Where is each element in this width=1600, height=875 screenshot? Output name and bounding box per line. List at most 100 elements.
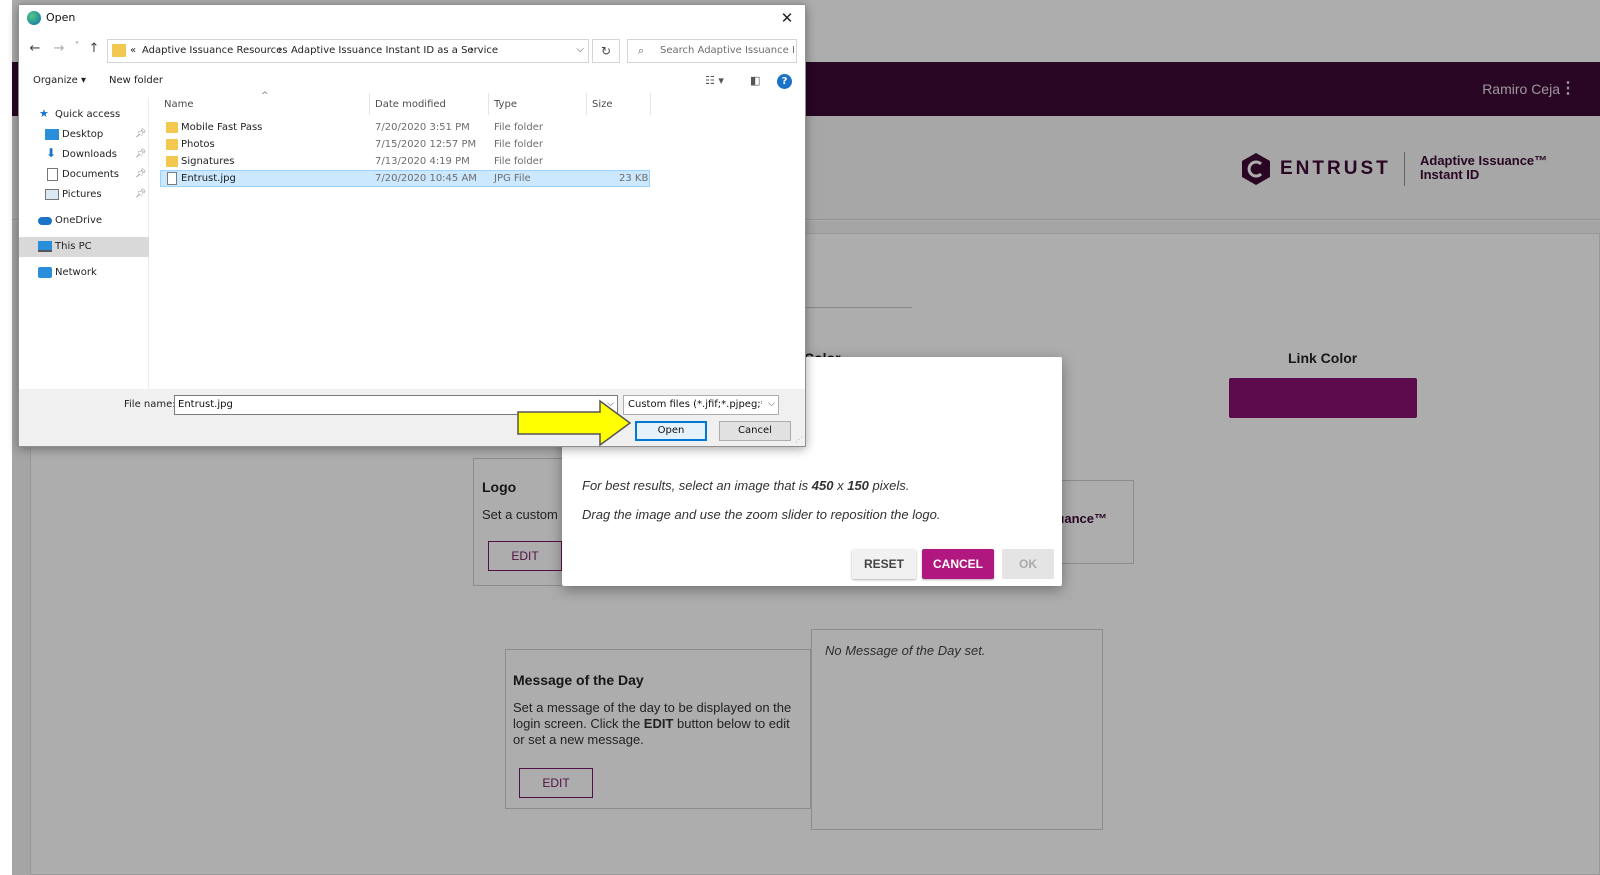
file-name-value: Entrust.jpg [178,399,233,410]
help-icon[interactable]: ? [777,74,792,89]
yellow-arrow-icon [517,399,632,447]
hint-x: x [833,478,848,493]
view-options-icon[interactable]: ☷ ▾ [705,74,724,87]
file-list: ^ Name Date modified Type Size Mobile Fa… [160,91,805,389]
modal-hint-drag: Drag the image and use the zoom slider t… [582,507,941,522]
column-divider[interactable] [586,93,587,115]
nav-item-downloads[interactable]: ⬇ Downloads 📌︎ [19,145,149,165]
cloud-icon [38,217,52,225]
file-name-label: File name: [124,399,176,410]
resize-grip-icon[interactable]: ⋰ [795,435,803,444]
search-placeholder: Search Adaptive Issuance Ins... [660,45,794,56]
file-name: Signatures [181,156,235,167]
reset-button[interactable]: RESET [852,549,916,579]
nav-item-quick-access[interactable]: ★ Quick access [19,105,149,125]
file-row-mobile-fast-pass[interactable]: Mobile Fast Pass 7/20/2020 3:51 PM File … [160,120,650,137]
breadcrumb-resources[interactable]: Adaptive Issuance Resources [142,45,288,56]
navigation-pane: ★ Quick access Desktop 📌︎ ⬇ Downloads 📌︎… [19,97,149,389]
dialog-titlebar: Open ✕ [19,5,805,31]
hint-suffix: pixels. [868,478,910,493]
file-row-entrust-jpg[interactable]: Entrust.jpg 7/20/2020 10:45 AM JPG File … [160,170,650,187]
column-header-name[interactable]: Name [164,99,194,110]
recent-locations-icon[interactable]: ˅ [69,41,85,52]
hint-width: 450 [811,478,834,493]
nav-item-pictures[interactable]: Pictures 📌︎ [19,185,149,205]
file-name: Photos [181,139,215,150]
sort-ascending-icon: ^ [261,91,269,101]
column-divider[interactable] [650,93,651,115]
folder-icon [166,156,178,167]
folder-icon [112,44,126,57]
breadcrumb-sep: › [278,45,282,56]
modal-hint-size: For best results, select an image that i… [582,478,909,493]
breadcrumb-overflow[interactable]: « [130,45,136,56]
file-row-signatures[interactable]: Signatures 7/13/2020 4:19 PM File folder [160,154,650,171]
browser-icon [27,11,41,25]
pc-icon [38,241,52,252]
organize-menu[interactable]: Organize ▾ [33,75,86,86]
desktop-icon [45,129,59,140]
address-bar[interactable]: « Adaptive Issuance Resources › Adaptive… [107,39,589,63]
nav-item-label: Desktop [62,129,104,140]
pin-icon: 📌︎ [135,169,147,179]
file-open-dialog: Open ✕ ← → ˅ ↑ « Adaptive Issuance Resou… [18,4,806,447]
nav-item-network[interactable]: Network [19,263,149,283]
nav-item-label: Downloads [62,149,117,160]
column-divider[interactable] [488,93,489,115]
dialog-title: Open [46,11,76,24]
star-icon: ★ [39,107,49,120]
nav-item-label: Documents [62,169,120,180]
nav-item-onedrive[interactable]: OneDrive [19,211,149,231]
nav-item-this-pc[interactable]: This PC [19,237,149,257]
column-header-size[interactable]: Size [592,99,613,110]
pictures-icon [45,189,59,200]
preview-pane-icon[interactable]: ◧ [750,74,760,87]
dialog-cancel-button[interactable]: Cancel [719,421,791,441]
ok-button[interactable]: OK [1002,549,1054,579]
nav-item-label: OneDrive [55,215,103,226]
network-icon [38,267,52,278]
open-button[interactable]: Open [635,421,707,441]
breadcrumb-sep: › [470,45,474,56]
back-arrow-icon[interactable]: ← [27,41,43,56]
folder-icon [166,122,178,133]
download-icon: ⬇ [46,146,57,160]
dialog-toolbar: Organize ▾ New folder ☷ ▾ ◧ ? [19,69,805,95]
breadcrumb-instant-id[interactable]: Adaptive Issuance Instant ID as a Servic… [291,45,498,56]
cancel-button[interactable]: CANCEL [922,549,994,579]
dialog-footer: File name: Entrust.jpg ⌵ Custom files (*… [19,389,805,446]
column-header-date[interactable]: Date modified [375,99,446,110]
file-size: 23 KB [619,173,649,184]
pin-icon: 📌︎ [135,129,147,139]
file-date: 7/13/2020 4:19 PM [375,156,470,167]
file-row-photos[interactable]: Photos 7/15/2020 12:57 PM File folder [160,137,650,154]
column-divider[interactable] [369,93,370,115]
close-icon[interactable]: ✕ [775,8,799,28]
column-header-type[interactable]: Type [494,99,517,110]
nav-item-label: Quick access [55,109,121,120]
forward-arrow-icon[interactable]: → [51,41,67,56]
folder-icon [166,139,178,150]
chevron-down-icon[interactable]: ⌵ [576,44,584,55]
nav-item-desktop[interactable]: Desktop 📌︎ [19,125,149,145]
file-date: 7/20/2020 3:51 PM [375,122,470,133]
document-icon [47,168,58,181]
new-folder-button[interactable]: New folder [109,75,163,86]
search-input[interactable]: ⌕ Search Adaptive Issuance Ins... [627,39,797,63]
search-icon: ⌕ [638,44,645,57]
nav-item-label: This PC [55,241,92,252]
file-name: Mobile Fast Pass [181,122,263,133]
hint-height: 150 [847,478,869,493]
up-arrow-icon[interactable]: ↑ [86,41,102,56]
refresh-icon[interactable]: ↻ [592,39,620,63]
nav-item-label: Network [55,267,97,278]
pin-icon: 📌︎ [135,189,147,199]
nav-item-documents[interactable]: Documents 📌︎ [19,165,149,185]
file-type: File folder [494,156,543,167]
nav-item-label: Pictures [62,189,102,200]
screen: Ramiro Ceja ⋮ ENTRUST Adaptive Issuance™… [0,0,1600,875]
file-date: 7/20/2020 10:45 AM [375,173,477,184]
file-type-select[interactable]: Custom files (*.jfif;*.pjpeg;*.jpe ⌵ [623,395,779,415]
file-type-value: Custom files (*.jfif;*.pjpeg;*.jpe [628,399,762,410]
file-type: File folder [494,139,543,150]
